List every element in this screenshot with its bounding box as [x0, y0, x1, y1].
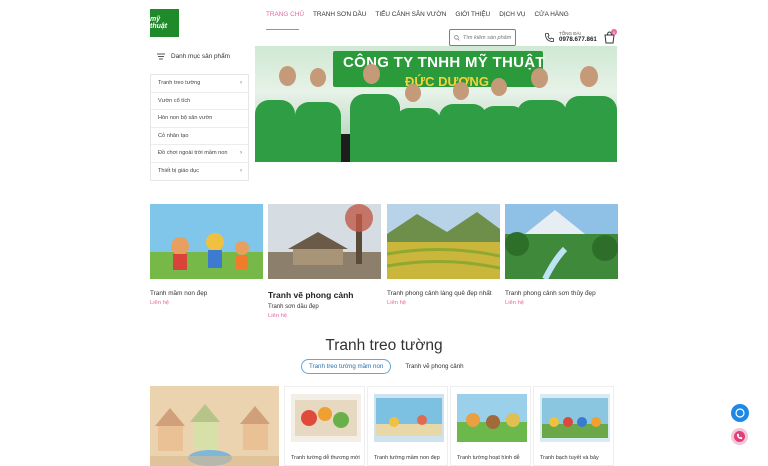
- product-item[interactable]: Tranh tường dễ thương mới: [284, 386, 365, 466]
- category-item-label: Cỏ nhân tạo: [158, 132, 189, 139]
- category-item-outdoor-toys[interactable]: Đồ chơi ngoài trời mầm non ›: [151, 145, 248, 163]
- category-menu-header[interactable]: Danh mục sản phẩm: [150, 46, 248, 66]
- tab-landscape-paintings[interactable]: Tranh vẽ phong cảnh: [397, 359, 471, 374]
- category-item-label: Đồ chơi ngoài trời mầm non: [158, 150, 228, 157]
- card-image: [268, 204, 381, 279]
- card-contact-link[interactable]: Liên hệ: [387, 300, 500, 306]
- card-image: [386, 204, 501, 279]
- category-item-label: Hòn non bộ sân vườn: [158, 115, 213, 122]
- banner-person: [295, 102, 341, 162]
- card-contact-link[interactable]: Liên hệ: [268, 313, 381, 319]
- card-contact-link[interactable]: Liên hệ: [505, 300, 618, 306]
- banner-person: [517, 100, 567, 162]
- phone-icon: [544, 32, 555, 42]
- phone-icon: [734, 431, 745, 442]
- section-title: Tranh treo tường: [325, 337, 443, 354]
- banner-person-head: [310, 68, 326, 87]
- product-card[interactable]: Tranh mầm non đẹp Liên hệ: [150, 204, 263, 306]
- chat-icon: [735, 408, 745, 418]
- nav-item-home[interactable]: TRANG CHỦ: [266, 11, 304, 18]
- card-image: [150, 204, 263, 279]
- product-image: [374, 394, 444, 442]
- product-image: [457, 394, 527, 442]
- product-card[interactable]: Tranh phong cảnh sơn thủy đẹp Liên hệ: [505, 204, 618, 306]
- banner-person-head: [279, 66, 296, 86]
- banner-person-head: [363, 64, 380, 84]
- search-box[interactable]: [449, 29, 516, 46]
- main-nav: TRANG CHỦ TRANH SƠN DẦU TIỂU CẢNH SÂN VƯ…: [266, 11, 569, 18]
- product-item[interactable]: Tranh tường mầm non đẹp: [367, 386, 448, 466]
- product-title[interactable]: Tranh tường dễ thương mới: [291, 455, 360, 461]
- category-item-wall-paintings[interactable]: Tranh treo tường ›: [151, 75, 248, 93]
- card-contact-link[interactable]: Liên hệ: [150, 300, 263, 306]
- chevron-right-icon: ›: [240, 150, 242, 157]
- call-button[interactable]: [731, 428, 748, 445]
- chevron-right-icon: ›: [240, 80, 242, 87]
- category-item-label: Thiết bị giáo dục: [158, 168, 200, 175]
- hotline-number: 0978.677.861: [559, 36, 597, 43]
- category-item-label: Vườn cổ tích: [158, 97, 191, 104]
- banner-person-head: [580, 66, 598, 87]
- cart-count-badge: 0: [611, 29, 617, 35]
- logo[interactable]: mỹ thuật: [150, 9, 179, 37]
- product-item[interactable]: Tranh tường hoạt hình dễ: [450, 386, 531, 466]
- tab-kindergarten-paintings[interactable]: Tranh treo tường mầm non: [301, 359, 392, 374]
- product-card[interactable]: Tranh phong cảnh làng quê đẹp nhất Liên …: [386, 204, 501, 306]
- banner-person-head: [531, 68, 548, 88]
- category-item-label: Tranh treo tường: [158, 80, 201, 87]
- product-title[interactable]: Tranh bạch tuyết và bảy: [540, 455, 599, 461]
- card-subtitle: Tranh sơn dầu đẹp: [268, 304, 319, 310]
- nav-item-about[interactable]: GIỚI THIỆU: [455, 11, 490, 18]
- product-image: [291, 394, 361, 442]
- chevron-right-icon: ›: [240, 168, 242, 175]
- product-card[interactable]: Tranh vẽ phong cảnh Tranh sơn dầu đẹp Li…: [268, 204, 381, 319]
- section-tabs: Tranh treo tường mầm non Tranh vẽ phong …: [301, 359, 472, 374]
- nav-item-garden-landscape[interactable]: TIỂU CẢNH SÂN VƯỜN: [375, 11, 446, 18]
- messenger-button[interactable]: [731, 404, 749, 422]
- card-title[interactable]: Tranh mầm non đẹp: [150, 290, 263, 297]
- banner-person-head: [491, 78, 507, 96]
- card-title[interactable]: Tranh phong cảnh sơn thủy đẹp: [505, 290, 618, 297]
- hero-banner[interactable]: CÔNG TY TNHH MỸ THUẬT ĐỨC DƯƠNG: [255, 46, 617, 162]
- category-menu-title: Danh mục sản phẩm: [171, 52, 230, 60]
- category-item-education-equipment[interactable]: Thiết bị giáo dục ›: [151, 163, 248, 181]
- nav-item-shop[interactable]: CỬA HÀNG: [535, 11, 569, 18]
- banner-person-head: [405, 84, 421, 102]
- nav-item-services[interactable]: DỊCH VỤ: [499, 11, 525, 18]
- banner-person-head: [453, 82, 469, 100]
- product-title[interactable]: Tranh tường mầm non đẹp: [374, 455, 440, 461]
- product-image: [540, 394, 610, 442]
- hotline[interactable]: TỔNG ĐÀI 0978.677.861: [544, 31, 597, 43]
- banner-person: [350, 94, 400, 162]
- category-list: Tranh treo tường › Vườn cổ tích Hòn non b…: [150, 74, 249, 181]
- card-image: [505, 204, 618, 281]
- search-icon: [454, 34, 460, 41]
- card-title[interactable]: Tranh vẽ phong cảnh: [268, 290, 381, 300]
- nav-active-underline: [266, 29, 299, 30]
- menu-icon: [157, 53, 165, 59]
- product-item[interactable]: Tranh bạch tuyết và bảy: [533, 386, 614, 466]
- nav-item-oil-paintings[interactable]: TRANH SƠN DẦU: [313, 11, 366, 18]
- page: mỹ thuật TRANG CHỦ TRANH SƠN DẦU TIỂU CẢ…: [0, 0, 768, 466]
- category-item-artificial-grass[interactable]: Cỏ nhân tạo: [151, 128, 248, 145]
- featured-image[interactable]: [150, 386, 279, 466]
- banner-person: [255, 100, 295, 162]
- product-title[interactable]: Tranh tường hoạt hình dễ: [457, 455, 520, 461]
- category-item-fairy-garden[interactable]: Vườn cổ tích: [151, 93, 248, 110]
- banner-person: [395, 108, 441, 162]
- card-title[interactable]: Tranh phong cảnh làng quê đẹp nhất: [387, 290, 500, 297]
- search-input[interactable]: [463, 34, 515, 41]
- category-item-rock-garden[interactable]: Hòn non bộ sân vườn: [151, 110, 248, 128]
- banner-person: [565, 96, 617, 162]
